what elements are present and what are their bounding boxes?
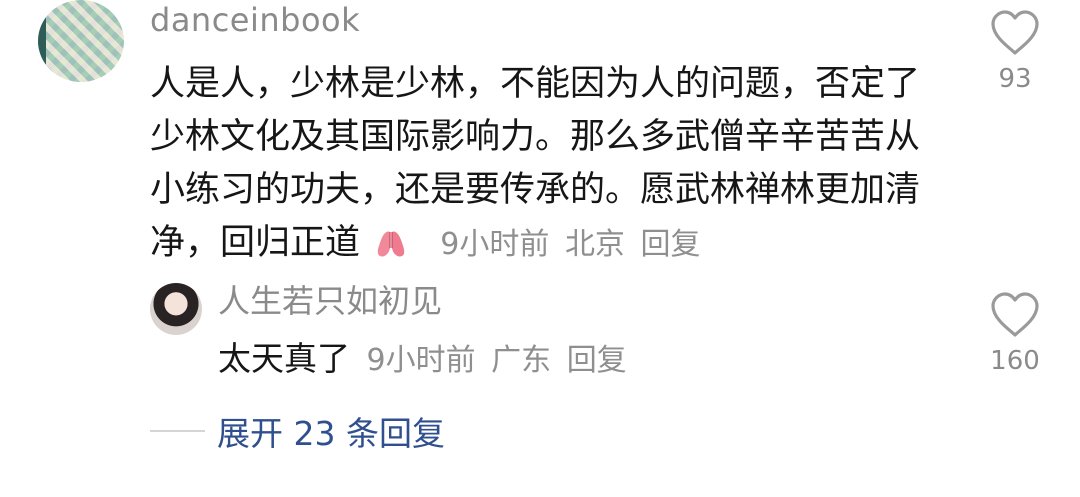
username[interactable]: danceinbook — [150, 0, 360, 40]
like-button[interactable]: 93 — [975, 10, 1055, 94]
pray-emoji-icon — [373, 221, 409, 274]
like-button[interactable]: 160 — [975, 292, 1055, 376]
like-count: 93 — [998, 64, 1032, 94]
reply-button[interactable]: 回复 — [640, 227, 700, 262]
like-count: 160 — [990, 346, 1040, 376]
avatar[interactable] — [150, 283, 202, 335]
expand-replies[interactable]: 展开 23 条回复 — [150, 406, 445, 456]
reply-body: 太天真了 — [218, 339, 350, 378]
reply-location: 广东 — [491, 343, 552, 378]
reply-time: 9小时前 — [366, 343, 476, 378]
heart-icon — [991, 10, 1039, 55]
reply-meta: 9小时前 广东 回复 — [361, 343, 627, 378]
divider — [150, 430, 205, 432]
username[interactable]: 人生若只如初见 — [218, 280, 442, 322]
avatar[interactable] — [38, 0, 124, 82]
reply-text: 太天真了 9小时前 广东 回复 — [218, 336, 627, 384]
expand-replies-label[interactable]: 展开 23 条回复 — [217, 407, 445, 455]
reply-button[interactable]: 回复 — [567, 343, 627, 378]
heart-icon — [991, 292, 1039, 337]
comment-text: 人是人，少林是少林，不能因为人的问题，否定了少林文化及其国际影响力。那么多武僧辛… — [150, 58, 940, 274]
comment-time: 9小时前 — [440, 227, 550, 262]
comment-location: 北京 — [564, 227, 625, 262]
comment-meta: 9小时前 北京 回复 — [434, 227, 700, 262]
comment-thread: danceinbook 人是人，少林是少林，不能因为人的问题，否定了少林文化及其… — [0, 0, 1080, 497]
